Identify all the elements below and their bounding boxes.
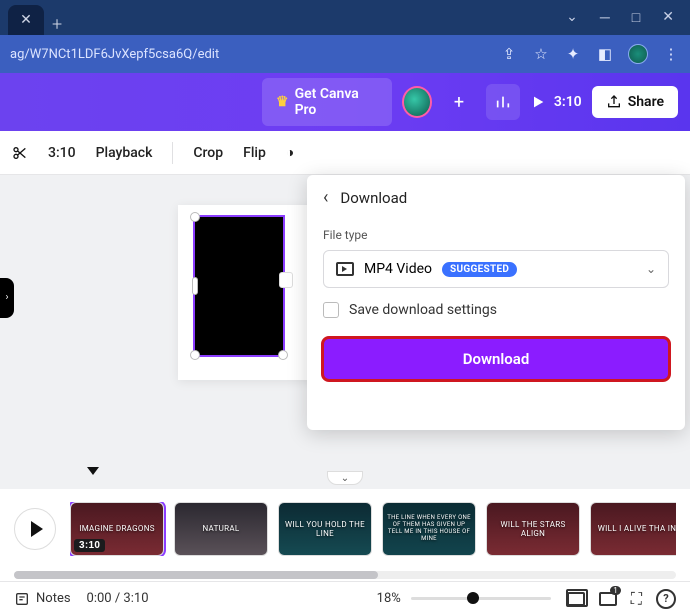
clip-thumbnail[interactable]: WILL I ALIVE THA IN (590, 502, 676, 556)
back-icon[interactable]: ‹ (323, 187, 328, 208)
resize-handle[interactable] (278, 350, 288, 360)
header-duration: 3:10 (554, 94, 582, 110)
close-window-icon[interactable]: ✕ (662, 9, 674, 26)
collapse-timeline-button[interactable]: ⌄ (327, 471, 363, 485)
clip-thumbnail[interactable]: WILL THE STARS ALIGN (486, 502, 580, 556)
clip-thumbnail[interactable]: NATURAL (174, 502, 268, 556)
minimize-icon[interactable]: ─ (600, 9, 610, 26)
timeline-play-button[interactable] (14, 508, 56, 550)
user-avatar[interactable] (402, 86, 432, 118)
zoom-slider-knob[interactable] (467, 592, 479, 604)
download-button-label: Download (463, 350, 530, 368)
analytics-icon[interactable] (486, 84, 520, 120)
close-icon[interactable]: ✕ (20, 12, 32, 28)
playback-button[interactable]: Playback (96, 145, 153, 161)
browser-tab[interactable]: ✕ (8, 5, 44, 35)
chevron-down-icon: ⌄ (646, 262, 656, 276)
play-icon (31, 521, 43, 537)
resize-handle[interactable] (190, 212, 200, 222)
resize-handle[interactable] (192, 277, 198, 295)
expand-sidebar-button[interactable]: › (0, 278, 14, 318)
file-type-label: File type (323, 228, 669, 242)
maximize-icon[interactable]: □ (632, 9, 640, 26)
app-header: ♛ Get Canva Pro + 3:10 Share (0, 73, 690, 131)
save-settings-checkbox[interactable] (323, 302, 339, 318)
crop-button[interactable]: Crop (193, 145, 223, 161)
url-text[interactable]: ag/W7NCt1LDF6JvXepf5csa6Q/edit (10, 47, 500, 62)
browser-addressbar: ag/W7NCt1LDF6JvXepf5csa6Q/edit ⇪ ☆ ✦ ◧ ⋮ (0, 35, 690, 73)
suggested-badge: SUGGESTED (442, 262, 517, 277)
timeline-divider: ⌄ (0, 469, 690, 489)
flip-button[interactable]: Flip (243, 145, 266, 161)
browser-titlebar: ✕ + ⌄ ─ □ ✕ (0, 0, 690, 35)
extensions-icon[interactable]: ✦ (564, 45, 582, 63)
page-count: 1 (610, 586, 621, 595)
fullscreen-icon[interactable]: ⛶ (631, 589, 642, 609)
clip-thumbnail[interactable]: THE LINE WHEN EVERY ONE OF THEM HAS GIVE… (382, 502, 476, 556)
download-panel: ‹ Download File type MP4 Video SUGGESTED… (307, 175, 685, 430)
download-button[interactable]: Download (323, 338, 669, 380)
new-tab-button[interactable]: + (52, 14, 62, 35)
share-url-icon[interactable]: ⇪ (500, 45, 518, 63)
get-pro-button[interactable]: ♛ Get Canva Pro (262, 78, 392, 126)
scrollbar-thumb[interactable] (14, 571, 378, 579)
toolbar-duration[interactable]: 3:10 (48, 145, 76, 161)
sidepanel-icon[interactable]: ◧ (596, 45, 614, 63)
share-label: Share (628, 94, 664, 110)
panel-title: Download (340, 189, 407, 207)
header-play-button[interactable]: 3:10 (530, 94, 582, 110)
selected-element[interactable] (193, 215, 285, 357)
add-button[interactable]: + (442, 84, 476, 120)
kebab-menu-icon[interactable]: ⋮ (662, 45, 680, 63)
bottom-bar: Notes 0:00 / 3:10 18% 1 ⛶ ? (0, 581, 690, 615)
zoom-value: 18% (377, 591, 401, 606)
more-tool-icon[interactable]: ◑ (286, 144, 294, 161)
zoom-slider[interactable] (411, 597, 551, 600)
page-view-icon[interactable]: 1 (599, 592, 617, 606)
grid-view-icon[interactable] (567, 592, 585, 606)
resize-handle[interactable] (190, 350, 200, 360)
editor-toolbar: 3:10 Playback Crop Flip ◑ (0, 131, 690, 175)
clip-thumbnail[interactable]: WILL YOU HOLD THE LINE (278, 502, 372, 556)
bookmark-icon[interactable]: ☆ (532, 45, 550, 63)
canvas-area: › ‹ Download File type MP4 Video SUGGEST… (0, 175, 690, 469)
get-pro-label: Get Canva Pro (295, 86, 378, 118)
profile-avatar-icon[interactable] (628, 44, 648, 64)
divider (172, 142, 173, 164)
save-settings-label: Save download settings (349, 302, 497, 318)
timeline: IMAGINE DRAGONS 3:10 NATURAL WILL YOU HO… (0, 489, 690, 569)
file-type-select[interactable]: MP4 Video SUGGESTED ⌄ (323, 250, 669, 288)
clip-strip: IMAGINE DRAGONS 3:10 NATURAL WILL YOU HO… (70, 502, 676, 556)
video-icon (336, 262, 354, 276)
share-button[interactable]: Share (592, 86, 678, 118)
playhead-icon[interactable] (87, 467, 99, 477)
element-control[interactable] (279, 272, 293, 288)
help-icon[interactable]: ? (656, 589, 676, 609)
chevron-down-icon[interactable]: ⌄ (566, 9, 578, 26)
notes-icon (14, 591, 30, 607)
scissors-icon[interactable] (12, 145, 28, 161)
notes-button[interactable]: Notes (14, 591, 71, 607)
file-type-value: MP4 Video (364, 261, 432, 277)
crown-icon: ♛ (276, 94, 289, 110)
clip-thumbnail[interactable]: IMAGINE DRAGONS 3:10 (70, 502, 164, 556)
notes-label: Notes (36, 591, 71, 606)
zoom-control: 18% (377, 591, 551, 606)
horizontal-scrollbar[interactable] (0, 569, 690, 581)
time-display: 0:00 / 3:10 (87, 591, 149, 606)
